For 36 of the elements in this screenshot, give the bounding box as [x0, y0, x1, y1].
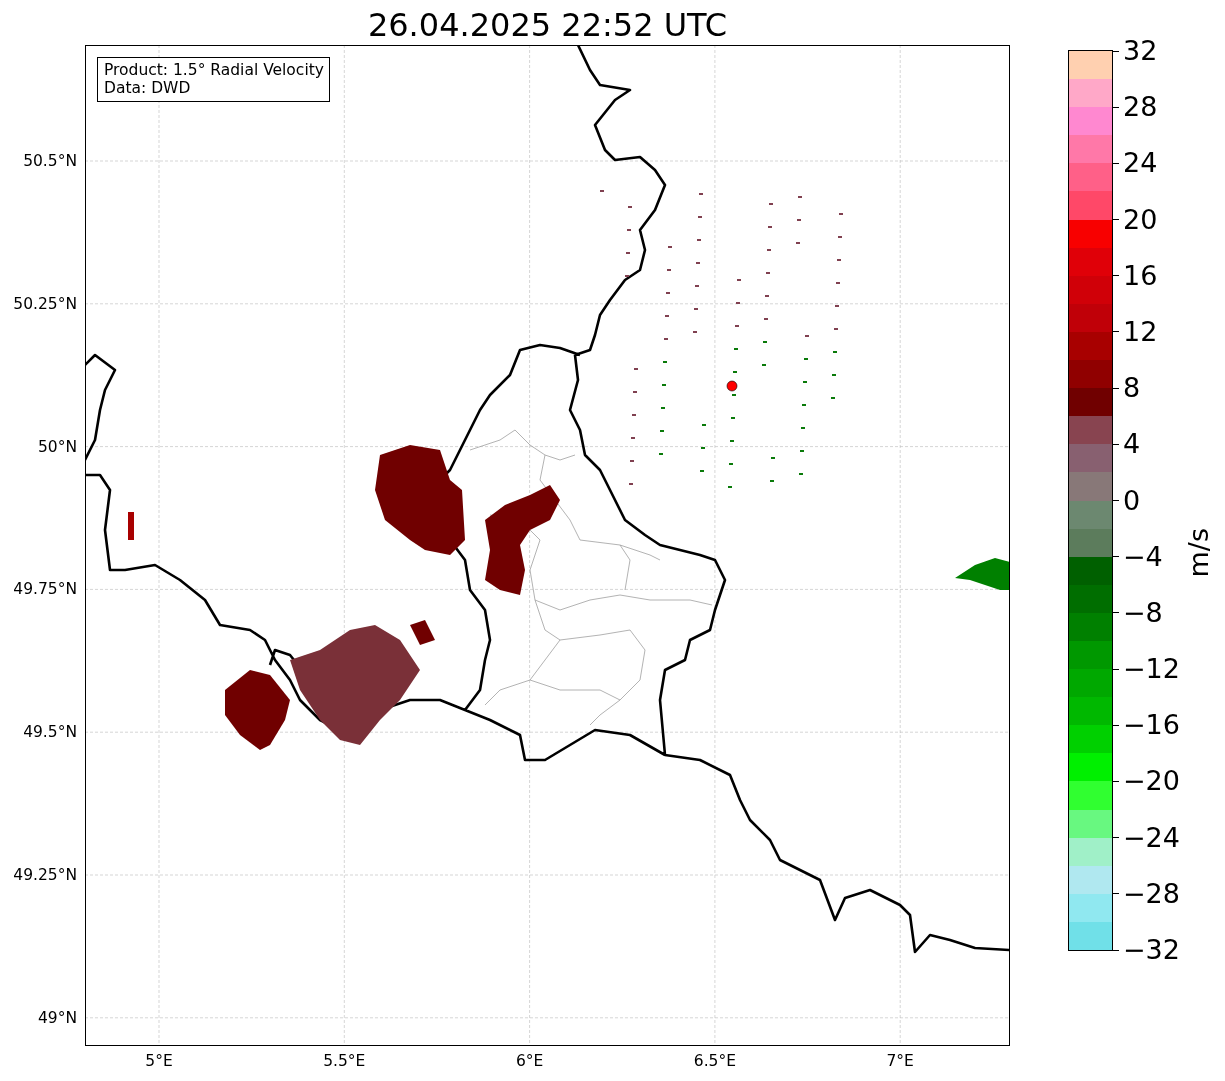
- colorbar-tick-label: −12: [1123, 653, 1180, 686]
- colorbar-tick-label: 4: [1123, 428, 1141, 461]
- colorbar-tick-label: −32: [1123, 934, 1180, 966]
- info-text: Product: 1.5° Radial Velocity: [104, 61, 324, 79]
- latitude-tick-label: 49.75°N: [13, 580, 77, 599]
- latitude-tick-label: 50.25°N: [13, 294, 77, 313]
- longitude-tick-label: 6°E: [515, 1052, 544, 1070]
- colorbar-tick-label: −20: [1123, 765, 1180, 798]
- colorbar-tick-label: 28: [1123, 91, 1158, 124]
- colorbar-tick-label: −4: [1123, 540, 1163, 573]
- latitude-tick-label: 49°N: [37, 1008, 77, 1027]
- colorbar-tick-label: 32: [1123, 35, 1158, 67]
- radar-echo: [955, 558, 1009, 590]
- colorbar-tick-label: 24: [1123, 147, 1158, 180]
- colorbar-tick-label: 0: [1123, 484, 1141, 517]
- colorbar-tick-label: −16: [1123, 709, 1180, 742]
- chart-title: 26.04.2025 22:52 UTC: [367, 5, 728, 45]
- latitude-tick-label: 49.25°N: [13, 866, 77, 884]
- colorbar-tick-label: −24: [1123, 821, 1180, 854]
- colorbar-label: m/s: [1183, 528, 1215, 578]
- latitude-tick-label: 50.5°N: [23, 152, 77, 170]
- colorbar-tick-label: 16: [1123, 259, 1158, 292]
- longitude-tick-label: 7°E: [886, 1052, 914, 1070]
- longitude-tick-label: 5.5°E: [323, 1052, 366, 1070]
- latitude-tick-label: 50°N: [37, 437, 77, 456]
- colorbar-tick-label: 20: [1123, 203, 1158, 236]
- longitude-tick-label: 6.5°E: [693, 1052, 736, 1070]
- colorbar-tick-label: 8: [1123, 372, 1141, 405]
- radar-echo: [128, 512, 134, 540]
- latitude-tick-label: 49.5°N: [23, 723, 77, 742]
- colorbar-tick-label: −28: [1123, 877, 1180, 910]
- radar-site-marker: [726, 380, 738, 392]
- longitude-tick-label: 5°E: [145, 1052, 173, 1070]
- info-text: Data: DWD: [104, 79, 192, 97]
- colorbar-tick-label: 12: [1123, 315, 1158, 348]
- colorbar-tick-label: −8: [1123, 596, 1163, 629]
